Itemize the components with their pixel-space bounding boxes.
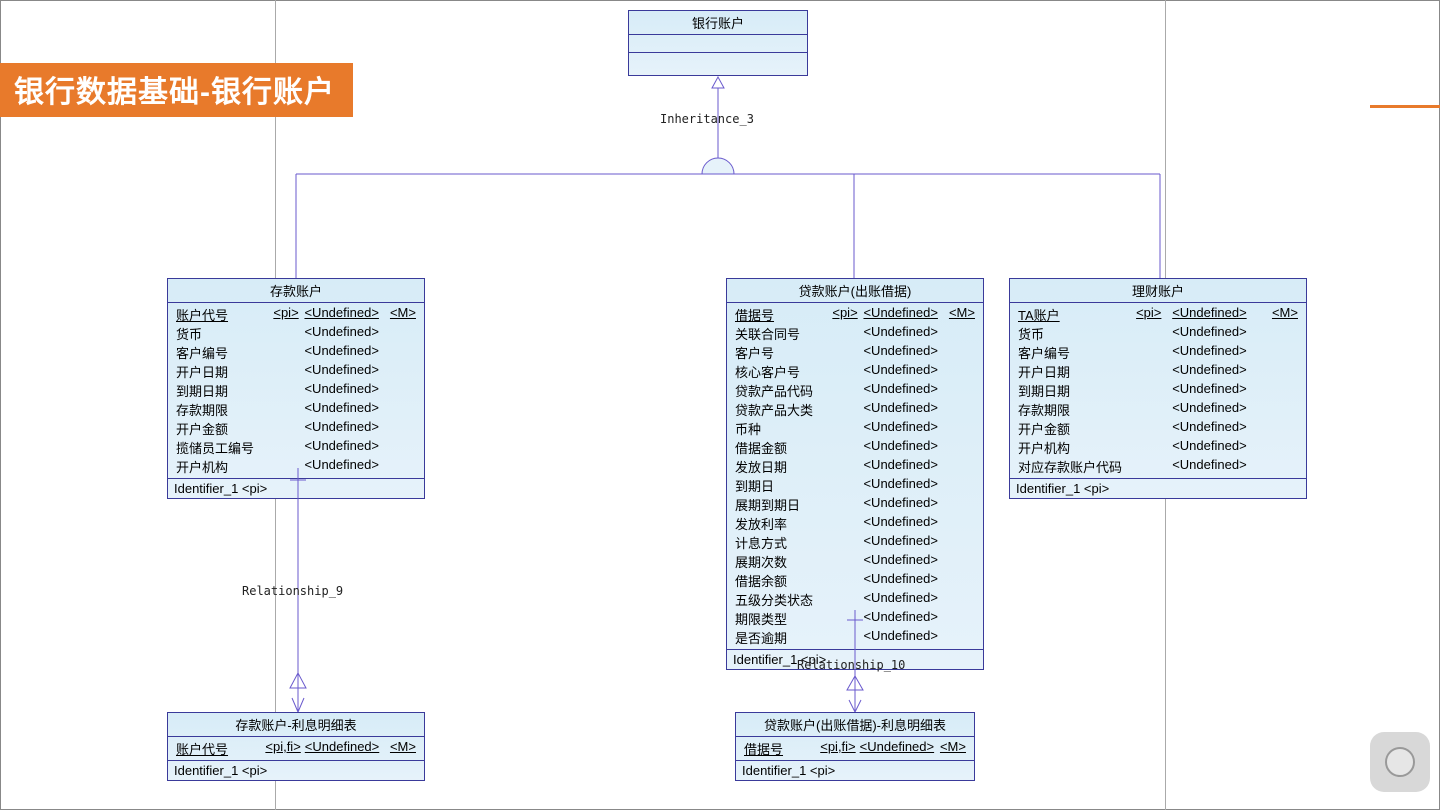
entity-loan-attrs: 借据号<pi><Undefined><M>关联合同号<Undefined>客户号… [727,303,983,650]
attr-row: 客户编号<Undefined> [174,343,418,362]
inheritance-branches [296,170,1160,290]
attr-row: 揽储员工编号<Undefined> [174,438,418,457]
entity-wealth-title: 理财账户 [1010,279,1306,303]
relationship-9-label: Relationship_9 [242,584,343,598]
entity-bank-account: 银行账户 [628,10,808,76]
attr-row: 存款期限<Undefined> [174,400,418,419]
entity-wealth-ident: Identifier_1 <pi> [1010,479,1306,498]
entity-deposit-attrs: 账户代号<pi><Undefined><M>货币<Undefined>客户编号<… [168,303,424,479]
entity-bank-account-title: 银行账户 [629,11,807,35]
attr-row: 贷款产品代码<Undefined> [733,381,977,400]
attr-row: 货币<Undefined> [174,324,418,343]
assistive-touch-button[interactable] [1370,732,1430,792]
attr-row: 开户金额<Undefined> [1016,419,1300,438]
inheritance-label: Inheritance_3 [660,112,754,126]
attr-row: 关联合同号<Undefined> [733,324,977,343]
attr-row: 客户号<Undefined> [733,343,977,362]
attr-row: 币种<Undefined> [733,419,977,438]
attr-row: 货币<Undefined> [1016,324,1300,343]
relationship-10-label: Relationship_10 [797,658,905,672]
attr-row: 贷款产品大类<Undefined> [733,400,977,419]
attr-row: 存款期限<Undefined> [1016,400,1300,419]
attr-row: 到期日<Undefined> [733,476,977,495]
attr-row: 五级分类状态<Undefined> [733,590,977,609]
entity-bank-account-empty2 [629,53,807,75]
attr-row: 开户机构<Undefined> [1016,438,1300,457]
entity-loan-detail-title: 贷款账户(出账借据)-利息明细表 [736,713,974,737]
entity-wealth-attrs: TA账户<pi><Undefined><M>货币<Undefined>客户编号<… [1010,303,1306,479]
attr-row: 到期日期<Undefined> [174,381,418,400]
entity-loan-detail-ident: Identifier_1 <pi> [736,761,974,780]
attr-row: 展期次数<Undefined> [733,552,977,571]
entity-loan-title: 贷款账户(出账借据) [727,279,983,303]
attr-row: 展期到期日<Undefined> [733,495,977,514]
attr-row: 借据金额<Undefined> [733,438,977,457]
attr-row: 借据号<pi><Undefined><M> [733,305,977,324]
entity-deposit-detail-title: 存款账户-利息明细表 [168,713,424,737]
attr-row: 开户金额<Undefined> [174,419,418,438]
attr-row: 计息方式<Undefined> [733,533,977,552]
entity-loan-detail-attrs: 借据号<pi,fi><Undefined><M> [736,737,974,761]
attr-row: 借据号<pi,fi><Undefined><M> [742,739,968,758]
attr-row: 核心客户号<Undefined> [733,362,977,381]
attr-row: 到期日期<Undefined> [1016,381,1300,400]
entity-loan-detail: 贷款账户(出账借据)-利息明细表 借据号<pi,fi><Undefined><M… [735,712,975,781]
attr-row: 发放利率<Undefined> [733,514,977,533]
entity-deposit-title: 存款账户 [168,279,424,303]
attr-row: 账户代号<pi,fi><Undefined><M> [174,739,418,758]
attr-row: 客户编号<Undefined> [1016,343,1300,362]
entity-bank-account-empty1 [629,35,807,53]
entity-deposit-detail-attrs: 账户代号<pi,fi><Undefined><M> [168,737,424,761]
entity-wealth: 理财账户 TA账户<pi><Undefined><M>货币<Undefined>… [1009,278,1307,499]
attr-row: 账户代号<pi><Undefined><M> [174,305,418,324]
attr-row: 开户日期<Undefined> [174,362,418,381]
attr-row: 开户日期<Undefined> [1016,362,1300,381]
assistive-touch-icon [1385,747,1415,777]
entity-deposit-detail: 存款账户-利息明细表 账户代号<pi,fi><Undefined><M> Ide… [167,712,425,781]
attr-row: 发放日期<Undefined> [733,457,977,476]
attr-row: TA账户<pi><Undefined><M> [1016,305,1300,324]
orange-accent-line [1370,105,1440,108]
attr-row: 对应存款账户代码<Undefined> [1016,457,1300,476]
entity-deposit-detail-ident: Identifier_1 <pi> [168,761,424,780]
page-title: 银行数据基础-银行账户 [0,63,353,117]
entity-deposit: 存款账户 账户代号<pi><Undefined><M>货币<Undefined>… [167,278,425,499]
attr-row: 借据余额<Undefined> [733,571,977,590]
